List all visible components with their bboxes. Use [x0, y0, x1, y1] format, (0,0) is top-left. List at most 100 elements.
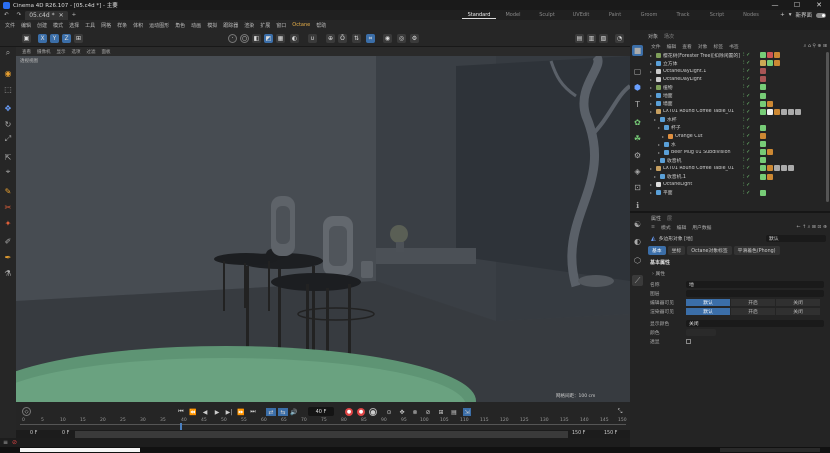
- go-start-icon[interactable]: ⏮: [177, 408, 185, 416]
- scene-icon[interactable]: ◈: [632, 166, 643, 177]
- visibility-check-icon[interactable]: ⁝ ✓: [743, 133, 750, 139]
- menu-tracker[interactable]: 跟踪器: [220, 22, 241, 29]
- new-tab-button[interactable]: +: [68, 12, 81, 18]
- generator-icon[interactable]: ⬢: [632, 82, 643, 93]
- editor-visible-off[interactable]: 关闭: [776, 298, 820, 306]
- rotate-icon[interactable]: ↻: [3, 119, 13, 129]
- object-row[interactable]: ▸ 墙面 ⁝ ✓: [648, 100, 830, 108]
- workplane-icon[interactable]: Ŏ: [338, 34, 347, 43]
- object-tag-icon[interactable]: [767, 173, 773, 180]
- object-tag-icon[interactable]: [767, 108, 773, 115]
- motion-icon[interactable]: ⇲: [463, 408, 471, 416]
- mirror-icon[interactable]: ⇅: [352, 34, 361, 43]
- attr-menu-userdata[interactable]: 用户数据: [689, 224, 714, 231]
- render-visible-off[interactable]: 关闭: [776, 307, 820, 315]
- object-tag-icon[interactable]: [774, 165, 780, 172]
- pla-key-icon[interactable]: ⊞: [437, 408, 445, 416]
- object-row[interactable]: ▸ Beer Mug 01 Subdivision ⁝ ✓: [648, 148, 830, 156]
- tab-objects[interactable]: 对象: [648, 33, 658, 40]
- layout-uvedit[interactable]: UVEdit: [564, 12, 598, 18]
- sound-icon[interactable]: 🔊: [290, 408, 298, 416]
- current-frame-field[interactable]: 40 F: [308, 407, 334, 416]
- attr-layer-field[interactable]: [686, 289, 824, 297]
- keyframe-mode-icon[interactable]: ◇: [22, 407, 31, 416]
- layout-model[interactable]: Model: [496, 12, 530, 18]
- object-row[interactable]: ▸ 地面 ⁝ ✓: [648, 92, 830, 100]
- subsection-title[interactable]: › 属性: [652, 270, 665, 277]
- render-visible-on[interactable]: 开启: [731, 307, 775, 315]
- menu-animate[interactable]: 动画: [188, 22, 204, 29]
- visibility-check-icon[interactable]: ⁝ ✓: [743, 93, 750, 99]
- light-icon[interactable]: ℹ: [632, 200, 643, 211]
- add-layout-icon[interactable]: +: [780, 12, 785, 18]
- visibility-check-icon[interactable]: ⁝ ✓: [743, 182, 750, 188]
- object-row[interactable]: ▸ 水 ⁝ ✓: [648, 140, 830, 148]
- object-tag-icon[interactable]: [760, 60, 766, 67]
- layout-toggle[interactable]: [816, 12, 826, 18]
- axis-y-button[interactable]: Y: [50, 34, 59, 43]
- object-row[interactable]: ▸ OctaneDayLight ⁝ ✓: [648, 75, 830, 83]
- layout-standard[interactable]: Standard: [462, 12, 496, 19]
- render-picture-icon[interactable]: ▤: [575, 34, 584, 43]
- viewport-menu-view[interactable]: 查看: [19, 49, 34, 55]
- visibility-check-icon[interactable]: ⁝ ✓: [743, 174, 750, 180]
- menu-create[interactable]: 创建: [34, 22, 50, 29]
- pos-key-icon[interactable]: ⊙: [385, 408, 393, 416]
- visibility-check-icon[interactable]: ⁝ ✓: [743, 141, 750, 147]
- close-button[interactable]: ✕: [808, 0, 830, 10]
- material-manager-icon[interactable]: ⬡: [632, 255, 643, 266]
- spline-icon[interactable]: ▢: [632, 66, 643, 77]
- object-row[interactable]: ▸ OctaneLight ⁝ ✓: [648, 181, 830, 189]
- attr-menu-mode[interactable]: 模式: [658, 224, 674, 231]
- om-menu-edit[interactable]: 编辑: [664, 43, 680, 50]
- polygon-mode-icon[interactable]: ◧: [252, 34, 261, 43]
- visibility-check-icon[interactable]: ⁝ ✓: [743, 149, 750, 155]
- menu-spline[interactable]: 样条: [114, 22, 130, 29]
- edge-mode-icon[interactable]: ○: [240, 34, 249, 43]
- viewport-menu-panel[interactable]: 面板: [99, 49, 114, 55]
- visibility-check-icon[interactable]: ⁝ ✓: [743, 125, 750, 131]
- object-tag-icon[interactable]: [774, 108, 780, 115]
- object-row[interactable]: ▸ 收音机.1 ⁝ ✓: [648, 173, 830, 181]
- maximize-button[interactable]: ☐: [786, 0, 808, 10]
- 3d-viewport[interactable]: 透视视图 网格间距：100 cm ✥ ⟳ ⊡ ⧉: [16, 56, 630, 402]
- attr-menu-edit[interactable]: 编辑: [674, 224, 690, 231]
- attr-xray-checkbox[interactable]: [686, 338, 691, 344]
- point-mode-icon[interactable]: ·: [228, 34, 237, 43]
- visibility-check-icon[interactable]: ⁝ ✓: [743, 117, 750, 123]
- object-row[interactable]: ▸ Orange Cut ⁝ ✓: [648, 132, 830, 140]
- visibility-check-icon[interactable]: ⁝ ✓: [743, 52, 750, 58]
- attr-display-color-dropdown[interactable]: 关闭: [686, 319, 824, 327]
- object-tag-icon[interactable]: [767, 52, 773, 58]
- menu-mode[interactable]: 模式: [50, 22, 66, 29]
- autokey-icon[interactable]: ●: [357, 408, 365, 416]
- tab-layers[interactable]: 层: [664, 215, 675, 222]
- taskbar-search[interactable]: [20, 448, 140, 452]
- attribute-icon[interactable]: ☯: [632, 219, 643, 230]
- undo-icon[interactable]: ↶: [0, 12, 13, 18]
- object-tag-icon[interactable]: [767, 60, 773, 67]
- panel-divider[interactable]: [630, 211, 830, 213]
- prev-frame-icon[interactable]: ◀: [201, 408, 209, 416]
- range-slider[interactable]: [75, 431, 568, 438]
- object-list-scrollbar[interactable]: [826, 52, 829, 202]
- layout-paint[interactable]: Paint: [598, 12, 632, 18]
- object-row[interactable]: ▸ 水杯 ⁝ ✓: [648, 116, 830, 124]
- object-tag-icon[interactable]: [781, 108, 787, 115]
- axis-z-button[interactable]: Z: [62, 34, 71, 43]
- mograph-icon[interactable]: ☘: [632, 133, 643, 144]
- grid-snap-icon[interactable]: ⌗: [366, 34, 375, 43]
- prev-key-icon[interactable]: ⏪: [189, 408, 197, 416]
- scale-key-icon[interactable]: ⊗: [411, 408, 419, 416]
- camera-icon[interactable]: ⊡: [632, 182, 643, 193]
- render-region-icon[interactable]: ◉: [383, 34, 392, 43]
- menu-render[interactable]: 渲染: [241, 22, 257, 29]
- editor-visible-on[interactable]: 开启: [731, 298, 775, 306]
- coord-system-icon[interactable]: ⊞: [74, 34, 83, 43]
- object-row[interactable]: ▸ 杯子 ⁝ ✓: [648, 124, 830, 132]
- text-icon[interactable]: T: [632, 99, 643, 110]
- doc-tab[interactable]: 05.c4d * ✕: [25, 10, 68, 20]
- visibility-check-icon[interactable]: ⁝ ✓: [743, 84, 750, 90]
- select-rect-icon[interactable]: ⬚: [3, 84, 13, 94]
- attr-mode-dropdown[interactable]: 默认: [766, 235, 826, 242]
